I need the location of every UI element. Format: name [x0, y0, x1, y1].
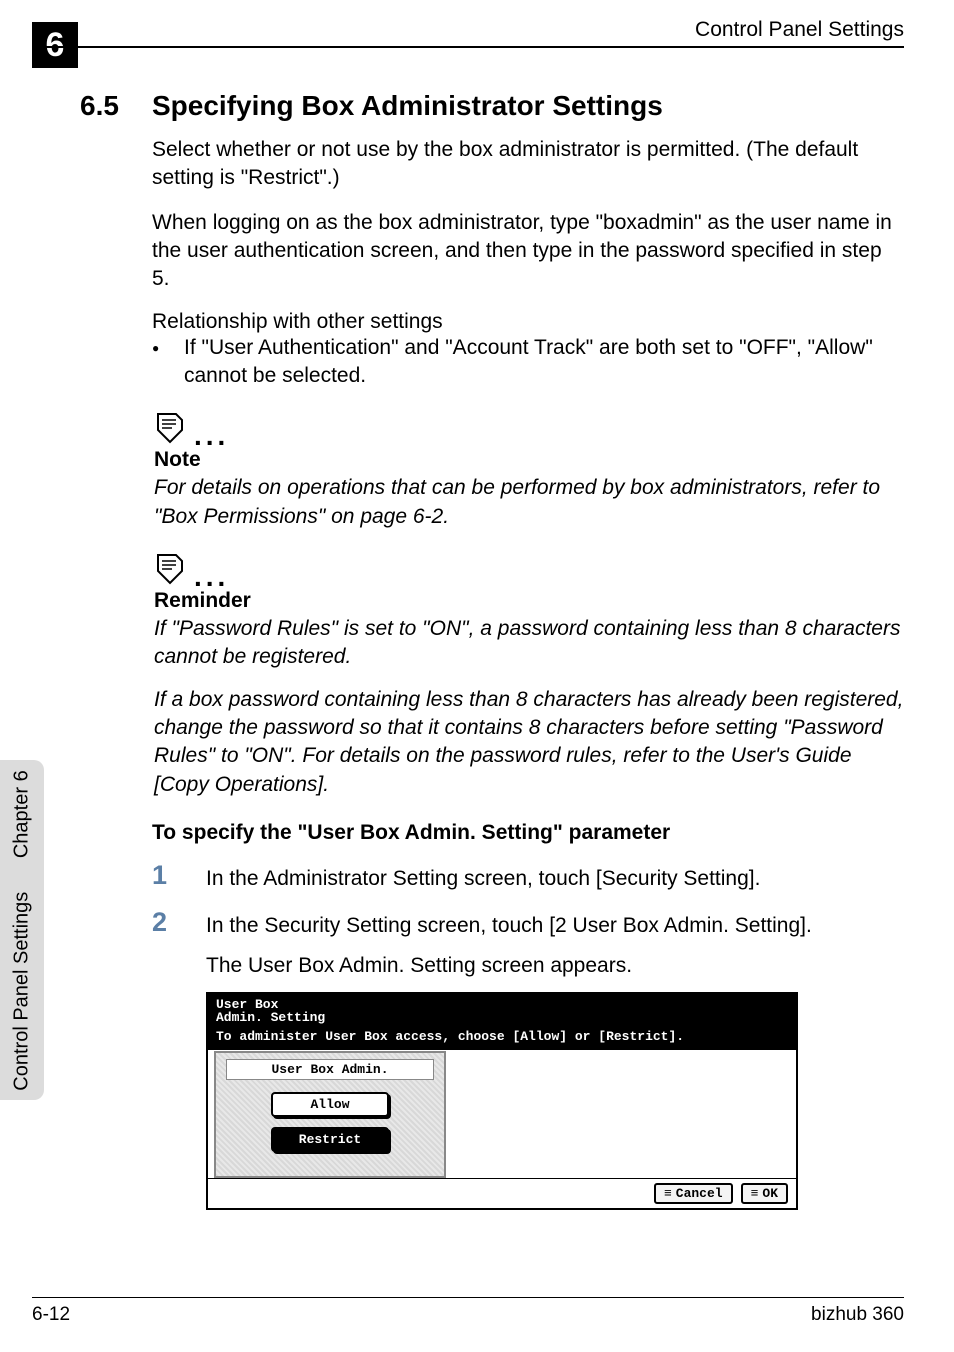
sidebar-text: Control Panel Settings Chapter 6 — [11, 770, 34, 1090]
step-1: 1 In the Administrator Setting screen, t… — [152, 861, 904, 893]
section-title: Specifying Box Administrator Settings — [152, 90, 663, 122]
cancel-label: Cancel — [676, 1186, 723, 1201]
bullet-dot-icon — [152, 334, 184, 391]
step-2: 2 In the Security Setting screen, touch … — [152, 908, 904, 940]
sidebar-chapter: Chapter 6 — [11, 770, 33, 858]
bullet-1: If "User Authentication" and "Account Tr… — [152, 334, 904, 391]
sidebar-tab: Control Panel Settings Chapter 6 — [0, 760, 44, 1100]
chapter-number: 6 — [46, 26, 65, 65]
cancel-button[interactable]: Cancel — [654, 1183, 733, 1204]
note-body: For details on operations that can be pe… — [154, 474, 904, 531]
screenshot-title-line2: Admin. Setting — [216, 1011, 788, 1025]
note-icon — [152, 410, 188, 446]
step-2-text: In the Security Setting screen, touch [2… — [206, 908, 812, 940]
screenshot-panel-label: User Box Admin. — [226, 1059, 434, 1080]
procedure-heading: To specify the "User Box Admin. Setting"… — [152, 821, 904, 845]
reminder-dots-icon: ... — [194, 563, 229, 591]
screenshot-message: To administer User Box access, choose [A… — [216, 1029, 788, 1044]
section-heading: 6.5 Specifying Box Administrator Setting… — [80, 90, 904, 122]
note-block-1: ... Note For details on operations that … — [152, 410, 904, 531]
ok-label: OK — [762, 1186, 778, 1201]
note-label: Note — [154, 448, 904, 472]
screenshot-footer: Cancel OK — [208, 1178, 796, 1208]
reminder-body-2: If a box password containing less than 8… — [154, 686, 904, 799]
screenshot-title-line1: User Box — [216, 998, 788, 1012]
bullet-text: If "User Authentication" and "Account Tr… — [184, 334, 904, 391]
note-block-2: ... Reminder If "Password Rules" is set … — [152, 551, 904, 799]
allow-button[interactable]: Allow — [271, 1092, 389, 1117]
sidebar-label: Control Panel Settings — [11, 891, 33, 1090]
paragraph-2: When logging on as the box administrator… — [152, 209, 904, 294]
reminder-icon-row: ... — [152, 551, 904, 587]
note-dots-icon: ... — [194, 422, 229, 450]
menu-bars-icon — [751, 1186, 759, 1201]
section-number: 6.5 — [80, 90, 152, 122]
step-1-number: 1 — [152, 861, 206, 893]
header-rule — [32, 46, 904, 48]
device-screenshot: User Box Admin. Setting To administer Us… — [206, 992, 798, 1210]
screenshot-right-area — [446, 1050, 796, 1178]
step-2-number: 2 — [152, 908, 206, 940]
step-1-text: In the Administrator Setting screen, tou… — [206, 861, 760, 893]
reminder-label: Reminder — [154, 589, 904, 613]
reminder-icon — [152, 551, 188, 587]
footer-rule — [32, 1297, 904, 1298]
step-2-subtext: The User Box Admin. Setting screen appea… — [206, 954, 904, 978]
menu-bars-icon — [664, 1186, 672, 1201]
footer-page-number: 6-12 — [32, 1304, 70, 1326]
note-icon-row: ... — [152, 410, 904, 446]
screenshot-panel: User Box Admin. Allow Restrict — [214, 1051, 446, 1178]
footer-product: bizhub 360 — [811, 1304, 904, 1326]
header-title: Control Panel Settings — [695, 18, 904, 42]
paragraph-1: Select whether or not use by the box adm… — [152, 136, 904, 193]
screenshot-body: User Box Admin. Allow Restrict — [208, 1050, 796, 1178]
content-area: 6.5 Specifying Box Administrator Setting… — [80, 90, 904, 1210]
ok-button[interactable]: OK — [741, 1183, 788, 1204]
chapter-badge: 6 — [32, 22, 78, 68]
reminder-body-1: If "Password Rules" is set to "ON", a pa… — [154, 615, 904, 672]
restrict-button[interactable]: Restrict — [271, 1127, 389, 1152]
relationship-heading: Relationship with other settings — [152, 310, 904, 334]
screenshot-titlebar: User Box Admin. Setting To administer Us… — [208, 994, 796, 1050]
